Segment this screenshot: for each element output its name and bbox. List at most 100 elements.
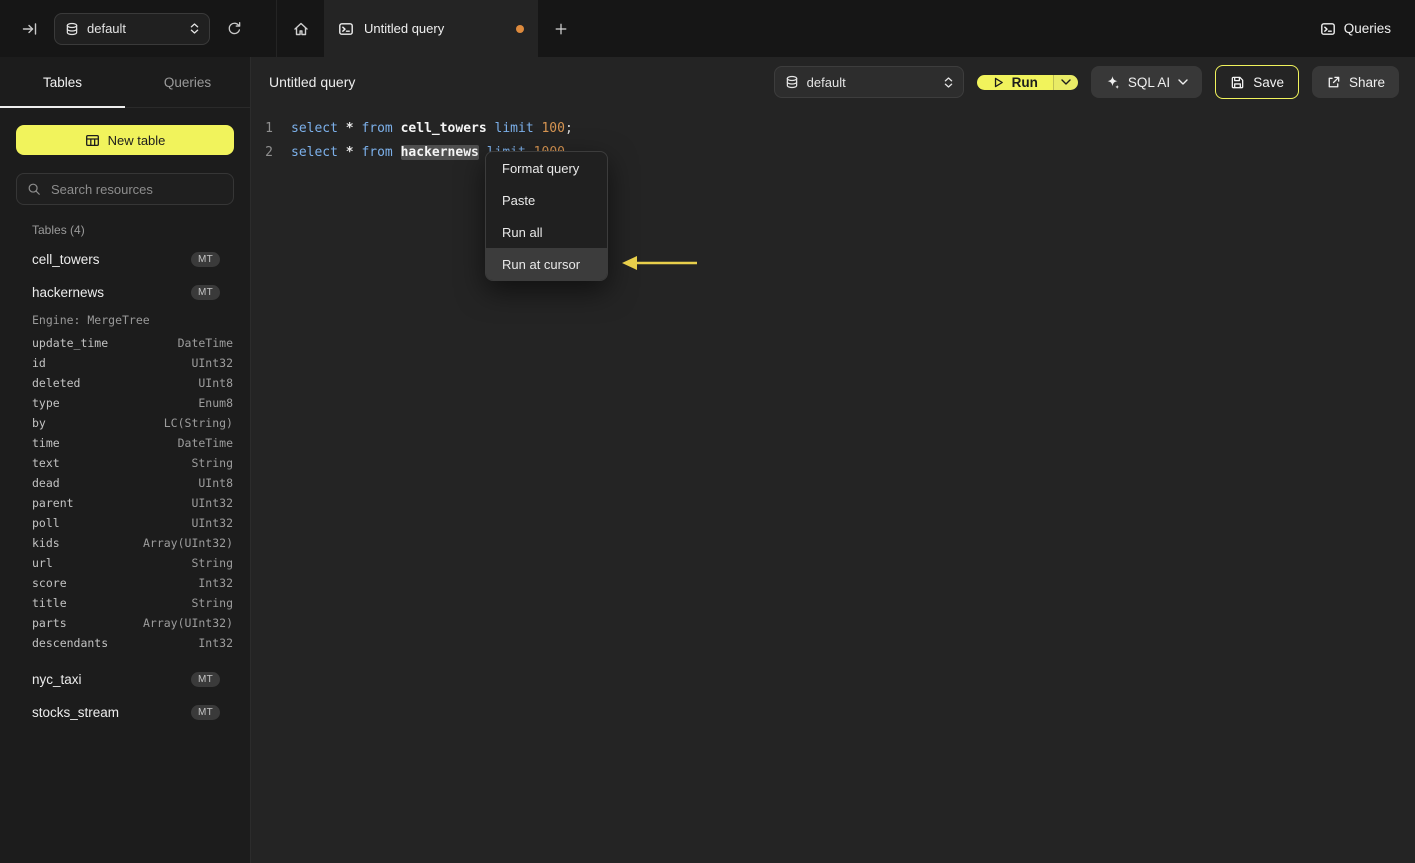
sidebar-tab-tables[interactable]: Tables [0, 57, 125, 108]
column-type: String [191, 456, 233, 470]
refresh-button[interactable] [220, 15, 248, 43]
code-token: limit [494, 120, 534, 136]
column-type: String [191, 556, 233, 570]
column-row: id UInt32 [0, 353, 250, 373]
topbar-right: Queries [1320, 0, 1415, 57]
code-lines: 1 select * from cell_towers limit 100; 2 se… [251, 116, 1415, 164]
column-name: id [32, 356, 46, 370]
column-row: title String [0, 593, 250, 613]
column-type: Int32 [198, 576, 233, 590]
editor-database-selector[interactable]: default [773, 66, 964, 98]
table-row-hackernews[interactable]: hackernews MT [0, 276, 250, 309]
tables-list: cell_towers MT hackernews MT Engine: MergeTr… [0, 243, 250, 729]
queries-button-label: Queries [1343, 21, 1391, 36]
menu-item-paste[interactable]: Paste [486, 184, 607, 216]
sql-ai-button[interactable]: SQL AI [1090, 66, 1203, 98]
editor-controls: default Run SQL AI Save Share [773, 65, 1399, 99]
code-text[interactable]: select * from cell_towers limit 100; [273, 121, 573, 136]
play-icon [994, 77, 1003, 87]
menu-item-run-all[interactable]: Run all [486, 216, 607, 248]
column-name: parts [32, 616, 67, 630]
plus-icon [555, 23, 567, 34]
column-type: Array(UInt32) [142, 616, 233, 630]
sql-editor[interactable]: 1 select * from cell_towers limit 100; 2 se… [251, 107, 1415, 164]
run-button[interactable]: Run [976, 74, 1053, 90]
column-type: LC(String) [163, 416, 233, 430]
column-name: descendants [32, 636, 109, 650]
table-row-stocks_stream[interactable]: stocks_stream MT [0, 696, 250, 729]
table-name: stocks_stream [32, 705, 120, 720]
column-name: time [32, 436, 60, 450]
column-row: score Int32 [0, 573, 250, 593]
chevron-down-icon [1178, 79, 1188, 85]
new-table-label: New table [107, 132, 166, 148]
code-token: from [361, 120, 393, 136]
column-row: descendants Int32 [0, 633, 250, 653]
home-button[interactable] [277, 0, 324, 57]
line-number: 2 [265, 144, 273, 160]
column-type: Array(UInt32) [142, 536, 233, 550]
engine-badge: MT [190, 705, 220, 720]
column-name: poll [32, 516, 60, 530]
table-engine: Engine: MergeTree [32, 313, 150, 327]
column-type: DateTime [177, 436, 233, 450]
tab-label: Untitled query [364, 21, 445, 36]
column-row: text String [0, 453, 250, 473]
chevron-down-icon [1061, 79, 1071, 85]
table-row-cell_towers[interactable]: cell_towers MT [0, 243, 250, 276]
code-token: cell_towers [400, 120, 487, 136]
code-token: select [291, 144, 338, 160]
save-icon [1231, 76, 1244, 88]
column-type: Enum8 [198, 396, 233, 410]
table-name: cell_towers [32, 252, 100, 267]
code-token: from [361, 144, 393, 160]
share-button[interactable]: Share [1311, 66, 1399, 98]
column-name: parent [32, 496, 74, 510]
tab-strip: Untitled query [277, 0, 584, 57]
columns-list: update_time DateTime id UInt32 deleted UInt8 t… [0, 333, 250, 653]
column-name: text [32, 456, 60, 470]
menu-item-format-query[interactable]: Format query [486, 152, 607, 184]
new-tab-button[interactable] [538, 0, 584, 57]
column-row: by LC(String) [0, 413, 250, 433]
tables-section-label: Tables (4) [32, 223, 85, 237]
run-button-label: Run [1011, 74, 1038, 90]
code-token: select [291, 120, 338, 136]
run-button-group: Run [976, 74, 1078, 90]
queries-icon [1320, 22, 1335, 35]
column-row: parent UInt32 [0, 493, 250, 513]
column-row: poll UInt32 [0, 513, 250, 533]
column-type: Int32 [198, 636, 233, 650]
engine-badge: MT [190, 672, 220, 687]
column-type: UInt32 [191, 516, 233, 530]
home-icon [293, 22, 308, 35]
search-input[interactable] [49, 180, 223, 198]
column-row: dead UInt8 [0, 473, 250, 493]
column-row: type Enum8 [0, 393, 250, 413]
chevron-updown-icon [944, 76, 952, 88]
run-options-button[interactable] [1052, 74, 1078, 90]
table-row-nyc_taxi[interactable]: nyc_taxi MT [0, 663, 250, 696]
column-row: parts Array(UInt32) [0, 613, 250, 633]
topbar: default Untitled query Queries [0, 0, 1415, 57]
column-type: UInt8 [198, 476, 233, 490]
save-button[interactable]: Save [1215, 65, 1299, 99]
sidebar-tab-queries[interactable]: Queries [125, 57, 250, 107]
column-type: UInt32 [191, 356, 233, 370]
column-type: String [191, 596, 233, 610]
engine-badge: MT [190, 252, 220, 267]
queries-button[interactable]: Queries [1320, 21, 1391, 37]
database-selector[interactable]: default [54, 12, 210, 45]
share-button-label: Share [1348, 74, 1385, 90]
column-name: type [32, 396, 60, 410]
collapse-sidebar-button[interactable] [16, 15, 44, 43]
column-name: url [32, 556, 53, 570]
new-table-button[interactable]: New table [16, 125, 234, 155]
tab-untitled-query[interactable]: Untitled query [324, 0, 538, 57]
menu-item-run-at-cursor[interactable]: Run at cursor [486, 248, 607, 280]
line-number: 1 [265, 120, 273, 136]
context-menu: Format query Paste Run all Run at cursor [485, 151, 608, 281]
